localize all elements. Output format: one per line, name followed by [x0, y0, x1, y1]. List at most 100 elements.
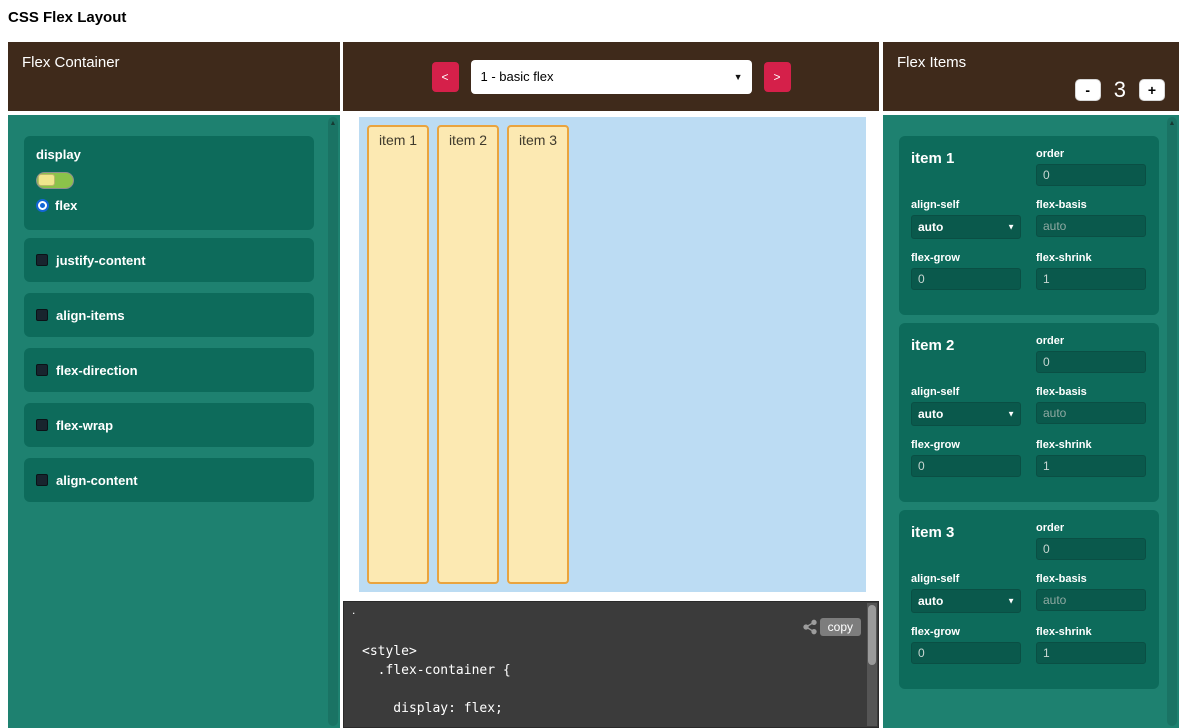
property-card-align-items: align-items [24, 293, 314, 337]
right-panel-scrollbar[interactable]: ▲ [1167, 117, 1177, 726]
preview-item-3: item 3 [507, 125, 569, 584]
align-self-label: align-self [911, 573, 1021, 585]
copy-button[interactable]: copy [820, 618, 861, 636]
flex-shrink-label: flex-shrink [1036, 252, 1146, 264]
align-self-select-3[interactable]: auto [911, 589, 1021, 613]
prev-example-button[interactable]: < [432, 62, 459, 92]
share-icon[interactable] [802, 619, 818, 635]
align-self-group-2: align-self auto ▼ [911, 386, 1021, 426]
property-card-align-content: align-content [24, 458, 314, 502]
code-scrollbar[interactable] [867, 603, 877, 726]
order-input-3[interactable] [1036, 538, 1146, 560]
item-card-3: item 3 order align-self auto ▼ flex-grow [899, 510, 1159, 689]
preview-item-1: item 1 [367, 125, 429, 584]
align-self-label: align-self [911, 386, 1021, 398]
example-select-wrap: 1 - basic flex ▼ [471, 60, 752, 94]
item-count-controls: - 3 + [1075, 77, 1165, 103]
flex-container-panel: Flex Container display flex justify-cont… [8, 42, 340, 728]
justify-content-label: justify-content [56, 253, 146, 268]
flex-shrink-group-3: flex-shrink [1036, 626, 1146, 664]
code-scroll-thumb[interactable] [868, 605, 876, 665]
flex-basis-label: flex-basis [1036, 386, 1146, 398]
align-items-checkbox[interactable] [36, 309, 48, 321]
flex-grow-group-2: flex-grow [911, 439, 1021, 477]
flex-grow-group-3: flex-grow [911, 626, 1021, 664]
toggle-knob-icon [38, 174, 55, 186]
display-flex-option: flex [36, 198, 302, 213]
flex-direction-checkbox[interactable] [36, 364, 48, 376]
property-card-flex-direction: flex-direction [24, 348, 314, 392]
preview-item-2: item 2 [437, 125, 499, 584]
display-toggle[interactable] [36, 172, 74, 189]
flex-items-title: Flex Items [897, 54, 966, 71]
flex-grow-label: flex-grow [911, 439, 1021, 451]
align-self-select-wrap: auto ▼ [911, 402, 1021, 426]
item-count: 3 [1114, 77, 1126, 103]
item-card-title-2: item 2 [911, 335, 1021, 373]
align-self-select-1[interactable]: auto [911, 215, 1021, 239]
flex-shrink-input-2[interactable] [1036, 455, 1146, 477]
next-example-button[interactable]: > [764, 62, 791, 92]
flex-shrink-label: flex-shrink [1036, 439, 1146, 451]
flex-basis-label: flex-basis [1036, 199, 1146, 211]
flex-direction-label: flex-direction [56, 363, 138, 378]
flex-grow-label: flex-grow [911, 626, 1021, 638]
flex-items-header: Flex Items - 3 + [883, 42, 1179, 111]
align-self-select-wrap: auto ▼ [911, 215, 1021, 239]
scroll-up-icon[interactable]: ▲ [1167, 117, 1177, 127]
example-nav-bar: < 1 - basic flex ▼ > [343, 42, 879, 111]
justify-content-checkbox[interactable] [36, 254, 48, 266]
flex-shrink-input-3[interactable] [1036, 642, 1146, 664]
flex-radio[interactable] [36, 199, 49, 212]
remove-item-button[interactable]: - [1075, 79, 1101, 101]
code-editor: . copy <style> .flex-container { display… [343, 601, 879, 728]
flex-basis-group-2: flex-basis [1036, 386, 1146, 426]
property-card-flex-wrap: flex-wrap [24, 403, 314, 447]
example-select[interactable]: 1 - basic flex [471, 60, 752, 94]
flex-grow-group-1: flex-grow [911, 252, 1021, 290]
scroll-up-icon[interactable]: ▲ [328, 117, 338, 127]
align-content-checkbox[interactable] [36, 474, 48, 486]
flex-grow-label: flex-grow [911, 252, 1021, 264]
flex-preview-container: item 1 item 2 item 3 [359, 117, 866, 592]
order-group-3: order [1036, 522, 1146, 560]
item-card-1: item 1 order align-self auto ▼ flex-grow [899, 136, 1159, 315]
flex-wrap-label: flex-wrap [56, 418, 113, 433]
flex-shrink-group-1: flex-shrink [1036, 252, 1146, 290]
preview-column: < 1 - basic flex ▼ > item 1 item 2 item … [343, 42, 879, 728]
code-corner-dot: . [352, 603, 355, 617]
align-self-select-2[interactable]: auto [911, 402, 1021, 426]
item-card-title-1: item 1 [911, 148, 1021, 186]
page-title: CSS Flex Layout [8, 9, 126, 26]
order-group-1: order [1036, 148, 1146, 186]
order-group-2: order [1036, 335, 1146, 373]
flex-grow-input-1[interactable] [911, 268, 1021, 290]
align-self-group-1: align-self auto ▼ [911, 199, 1021, 239]
order-input-2[interactable] [1036, 351, 1146, 373]
flex-grow-input-2[interactable] [911, 455, 1021, 477]
flex-shrink-label: flex-shrink [1036, 626, 1146, 638]
add-item-button[interactable]: + [1139, 79, 1165, 101]
flex-basis-input-2[interactable] [1036, 402, 1146, 424]
flex-basis-group-1: flex-basis [1036, 199, 1146, 239]
code-content: <style> .flex-container { display: flex; [362, 642, 511, 718]
flex-shrink-input-1[interactable] [1036, 268, 1146, 290]
order-label: order [1036, 522, 1146, 534]
order-input-1[interactable] [1036, 164, 1146, 186]
flex-basis-label: flex-basis [1036, 573, 1146, 585]
flex-wrap-checkbox[interactable] [36, 419, 48, 431]
property-card-justify-content: justify-content [24, 238, 314, 282]
flex-radio-label: flex [55, 198, 77, 213]
flex-grow-input-3[interactable] [911, 642, 1021, 664]
left-panel-scrollbar[interactable]: ▲ [328, 117, 338, 726]
flex-items-body: item 1 order align-self auto ▼ flex-grow [883, 115, 1179, 728]
flex-container-body: display flex justify-content align-items… [8, 115, 340, 728]
align-content-label: align-content [56, 473, 138, 488]
flex-basis-input-3[interactable] [1036, 589, 1146, 611]
flex-basis-input-1[interactable] [1036, 215, 1146, 237]
align-self-label: align-self [911, 199, 1021, 211]
align-self-group-3: align-self auto ▼ [911, 573, 1021, 613]
order-label: order [1036, 148, 1146, 160]
flex-basis-group-3: flex-basis [1036, 573, 1146, 613]
flex-container-header: Flex Container [8, 42, 340, 111]
